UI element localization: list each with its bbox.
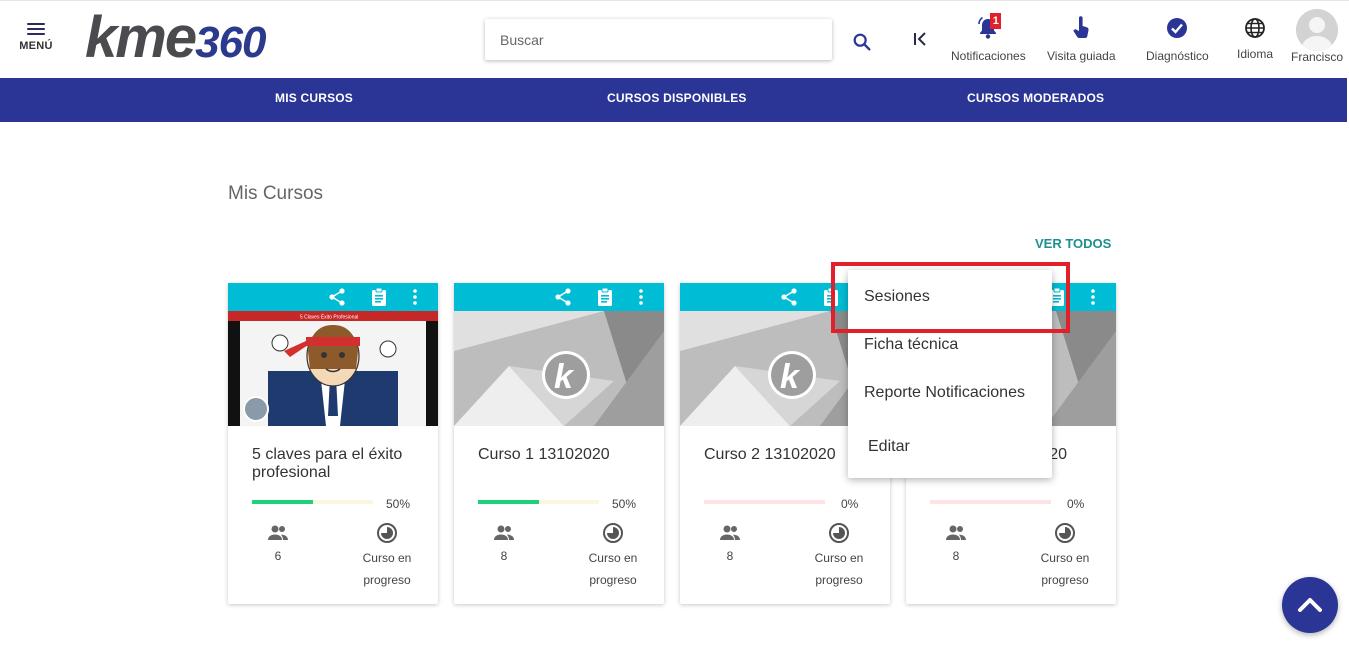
- clipboard-icon[interactable]: [595, 287, 615, 307]
- progress-bar: [252, 500, 373, 504]
- course-title[interactable]: Curso 1 13102020: [478, 446, 648, 464]
- chevron-up-icon: [1298, 598, 1322, 612]
- course-title[interactable]: 5 claves para el éxito profesional: [252, 446, 422, 482]
- course-cover-image[interactable]: k: [454, 311, 664, 426]
- share-icon[interactable]: [779, 287, 799, 307]
- more-vert-icon[interactable]: [405, 287, 425, 307]
- participants-count: 6: [274, 549, 282, 563]
- user-avatar[interactable]: [1296, 9, 1338, 51]
- collapse-sidebar-icon[interactable]: [910, 29, 930, 49]
- view-all-link[interactable]: VER TODOS: [1035, 236, 1111, 251]
- course-card[interactable]: k Curso 1 13102020 50% 8 Curso en progres…: [454, 283, 664, 604]
- menu-label: MENÚ: [19, 40, 53, 52]
- nav-my-courses[interactable]: MIS CURSOS: [275, 91, 353, 105]
- hamburger-icon: [27, 23, 45, 37]
- scroll-to-top-button[interactable]: [1282, 577, 1338, 633]
- progress-bar: [930, 500, 1051, 504]
- page: MENÚ kme360 1 No: [0, 0, 1349, 659]
- nav-available-courses[interactable]: CURSOS DISPONIBLES: [607, 91, 747, 105]
- participants-count: 8: [500, 549, 508, 563]
- notifications-label: Notificaciones: [951, 49, 1026, 63]
- language-label: Idioma: [1237, 47, 1274, 61]
- course-status: Curso en progreso: [588, 551, 638, 587]
- progress-status-icon: [1055, 523, 1075, 543]
- course-cover-image[interactable]: 5 Claves Éxito Profesional: [228, 311, 438, 426]
- touch-hand-icon: [1069, 15, 1093, 41]
- share-icon[interactable]: [553, 287, 573, 307]
- notifications-badge: 1: [990, 13, 1002, 29]
- course-card[interactable]: 5 Claves Éxito Profesional 5 claves para…: [228, 283, 438, 604]
- svg-text:k: k: [554, 358, 575, 396]
- more-vert-icon[interactable]: [1083, 287, 1103, 307]
- guided-visit-button[interactable]: Visita guiada: [1047, 15, 1116, 63]
- cover-banner-text: 5 Claves Éxito Profesional: [300, 314, 358, 321]
- people-icon: [720, 525, 740, 540]
- card-action-bar: [228, 283, 438, 311]
- participants-count: 8: [952, 549, 960, 563]
- people-icon: [494, 525, 514, 540]
- user-name[interactable]: Francisco: [1291, 50, 1343, 64]
- progress-fill: [478, 500, 539, 504]
- menu-item-sessions[interactable]: Sesiones: [864, 288, 930, 306]
- progress-percent: 0%: [841, 497, 859, 511]
- search-input[interactable]: [485, 19, 832, 60]
- kme360-logo[interactable]: kme360: [85, 9, 267, 68]
- progress-bar: [704, 500, 825, 504]
- nav-moderated-courses[interactable]: CURSOS MODERADOS: [967, 91, 1104, 105]
- menu-item-edit[interactable]: Editar: [868, 438, 910, 456]
- card-action-bar: [454, 283, 664, 311]
- menu-button[interactable]: MENÚ: [14, 23, 58, 52]
- progress-bar: [478, 500, 599, 504]
- top-header: MENÚ kme360 1 No: [0, 0, 1349, 78]
- section-title: Mis Cursos: [228, 183, 324, 204]
- participants-count: 8: [726, 549, 734, 563]
- progress-fill: [252, 500, 313, 504]
- progress-status-icon: [377, 523, 397, 543]
- menu-item-notifications-report[interactable]: Reporte Notificaciones: [864, 384, 1025, 402]
- search-box: [485, 19, 832, 60]
- people-icon: [268, 525, 288, 540]
- share-icon[interactable]: [327, 287, 347, 307]
- bell-icon: 1: [976, 13, 1002, 41]
- progress-percent: 50%: [386, 497, 411, 511]
- main-nav: MIS CURSOS CURSOS DISPONIBLES CURSOS MOD…: [0, 78, 1347, 122]
- notifications-button[interactable]: 1 Notificaciones: [951, 13, 1026, 63]
- clipboard-icon[interactable]: [821, 287, 841, 307]
- people-icon: [946, 525, 966, 540]
- clipboard-icon[interactable]: [369, 287, 389, 307]
- language-button[interactable]: Idioma: [1237, 15, 1273, 61]
- progress-percent: 0%: [1067, 497, 1085, 511]
- svg-text:k: k: [780, 358, 801, 396]
- course-status: Curso en progreso: [1040, 551, 1090, 587]
- globe-icon: [1243, 15, 1267, 41]
- guided-visit-label: Visita guiada: [1047, 49, 1116, 63]
- course-status: Curso en progreso: [362, 551, 412, 587]
- progress-status-icon: [829, 523, 849, 543]
- course-status: Curso en progreso: [814, 551, 864, 587]
- progress-percent: 50%: [612, 497, 637, 511]
- diagnostic-label: Diagnóstico: [1146, 49, 1209, 63]
- menu-item-datasheet[interactable]: Ficha técnica: [864, 336, 958, 354]
- course-options-menu: Sesiones Ficha técnica Reporte Notificac…: [848, 270, 1052, 478]
- diagnostic-button[interactable]: Diagnóstico: [1146, 15, 1209, 63]
- check-circle-icon: [1165, 15, 1189, 41]
- more-vert-icon[interactable]: [631, 287, 651, 307]
- progress-status-icon: [603, 523, 623, 543]
- search-icon[interactable]: [851, 31, 873, 53]
